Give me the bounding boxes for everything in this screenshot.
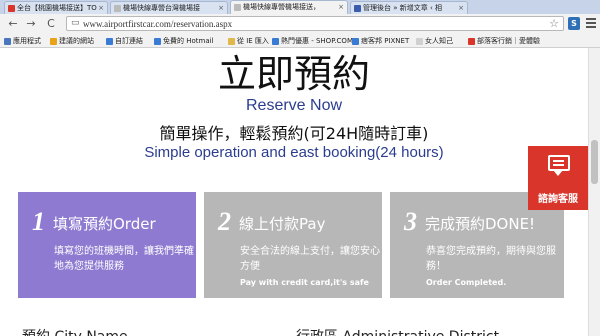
browser-tab-3[interactable]: 機場快線專營機場接送， ×	[230, 0, 348, 14]
page-icon	[114, 5, 121, 12]
bookmark-label: 免費的 Hotmail	[163, 37, 214, 45]
close-icon[interactable]: ×	[458, 2, 464, 14]
close-icon[interactable]: ×	[218, 2, 224, 14]
bookmark-custom-links[interactable]: 自訂連結	[106, 36, 143, 46]
bookmark-icon	[468, 38, 475, 45]
step-title: 完成預約DONE!	[425, 215, 536, 233]
step-order: 1 填寫預約Order 填寫您的班機時間，讓我們準確地為您提供服務	[18, 192, 196, 298]
step-description: 填寫您的班機時間，讓我們準確地為您提供服務	[54, 246, 194, 272]
bookmark-icon	[352, 38, 359, 45]
bookmark-icon	[50, 38, 57, 45]
browser-tab-2[interactable]: 機場快線專營台灣機場接 ×	[110, 1, 228, 14]
bookmark-label: 熱門優惠 - SHOP.COM	[281, 37, 353, 45]
page-subtitle: 簡單操作，輕鬆預約(可24H隨時訂車)	[159, 124, 429, 143]
page-icon	[234, 4, 241, 11]
bookmark-hotmail[interactable]: 免費的 Hotmail	[154, 36, 214, 46]
bookmark-icon	[272, 38, 279, 45]
folder-icon	[228, 38, 235, 45]
page-subtitle-english: Simple operation and east booking(24 hou…	[144, 144, 444, 161]
step-number: 3	[404, 207, 417, 236]
customer-service-button[interactable]: 諮詢客服	[528, 146, 588, 210]
step-english: Order Completed.	[426, 278, 507, 287]
browser-toolbar: ← → C ▭ ☆ S	[0, 14, 600, 34]
page-info-icon[interactable]: ▭	[71, 18, 80, 28]
bookmark-icon	[154, 38, 161, 45]
bookmark-label: 自訂連結	[115, 37, 143, 45]
chat-lines-icon	[553, 160, 564, 168]
tab-strip: 全台【桃園機場接送】TO × 機場快線專營台灣機場接 × 機場快線專營機場接送，…	[0, 0, 600, 14]
extension-icon[interactable]: S	[568, 17, 580, 30]
step-pay: 2 線上付款Pay 安全合法的線上支付，讓您安心方便 Pay with cred…	[204, 192, 382, 298]
city-label: 預約 City Name	[22, 326, 128, 336]
bookmark-ie-import[interactable]: 從 IE 匯入	[228, 36, 269, 46]
forward-button[interactable]: →	[24, 17, 38, 31]
menu-icon[interactable]	[586, 18, 596, 30]
district-label: 行政區 Administrative District	[296, 326, 499, 336]
tab-label: 全台【桃園機場接送】TO	[17, 4, 97, 12]
step-english: Pay with credit card,it's safe	[240, 278, 369, 287]
bookmark-women[interactable]: 女人知己	[416, 36, 453, 46]
browser-tab-1[interactable]: 全台【桃園機場接送】TO ×	[4, 1, 108, 14]
step-number: 2	[218, 207, 231, 236]
bookmark-label: 痞客邦 PIXNET	[361, 37, 410, 45]
url-input[interactable]	[83, 18, 503, 30]
bookmark-apps[interactable]: 應用程式	[4, 36, 41, 46]
bookmark-star-icon[interactable]: ☆	[549, 17, 559, 30]
step-title: 填寫預約Order	[53, 215, 156, 233]
close-icon[interactable]: ×	[338, 1, 344, 13]
bookmark-label: 從 IE 匯入	[237, 37, 269, 45]
step-title: 線上付款Pay	[239, 215, 326, 233]
bookmark-pixnet[interactable]: 痞客邦 PIXNET	[352, 36, 409, 46]
tab-label: 管理後台 » 新增文章 ‹ 相	[363, 4, 442, 12]
tab-label: 機場快線專營機場接送，	[243, 3, 320, 11]
step-number: 1	[32, 207, 45, 236]
bookmark-label: 部落客行銷｜愛體驗	[477, 37, 540, 45]
bookmark-shop[interactable]: 熱門優惠 - SHOP.COM	[272, 36, 353, 46]
page-scrollbar[interactable]	[588, 48, 600, 336]
bookmark-label: 建議的網站	[59, 37, 94, 45]
customer-service-label: 諮詢客服	[538, 194, 578, 205]
back-button[interactable]: ←	[6, 17, 20, 31]
apps-icon	[4, 38, 11, 45]
scrollbar-thumb[interactable]	[591, 140, 598, 184]
step-description: 安全合法的線上支付，讓您安心方便	[240, 246, 380, 272]
bookmark-label: 女人知己	[425, 37, 453, 45]
page-content: 立即預約 Reserve Now 簡單操作，輕鬆預約(可24H隨時訂車) Sim…	[0, 48, 588, 336]
bookmarks-bar: 應用程式 建議的網站 自訂連結 免費的 Hotmail 從 IE 匯入 熱門優惠…	[0, 34, 600, 48]
page-title: 立即預約	[217, 52, 370, 96]
reload-button[interactable]: C	[44, 17, 58, 31]
bookmark-icon	[106, 38, 113, 45]
bookmark-suggested[interactable]: 建議的網站	[50, 36, 94, 46]
close-icon[interactable]: ×	[98, 2, 104, 14]
bookmark-label: 應用程式	[13, 37, 41, 45]
browser-tab-4[interactable]: 管理後台 » 新增文章 ‹ 相 ×	[350, 1, 468, 14]
heart-icon	[8, 5, 15, 12]
page-title-english: Reserve Now	[245, 97, 343, 114]
tab-label: 機場快線專營台灣機場接	[123, 4, 200, 12]
bookmark-marketing[interactable]: 部落客行銷｜愛體驗	[468, 36, 540, 46]
site-icon	[354, 5, 361, 12]
page-icon	[416, 38, 423, 45]
address-bar[interactable]: ▭ ☆	[66, 16, 564, 31]
step-description: 恭喜您完成預約，期待與您服務！	[426, 246, 556, 272]
